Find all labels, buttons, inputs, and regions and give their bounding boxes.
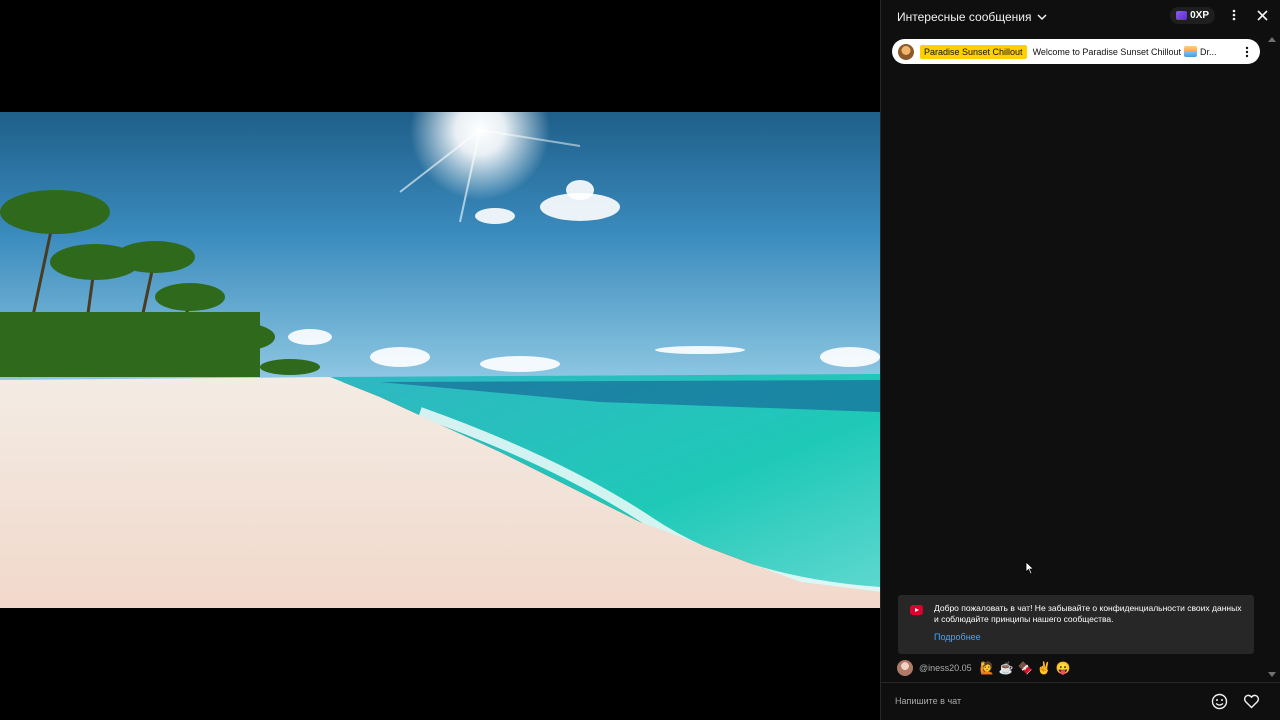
- pinned-message-start: Welcome to Paradise Sunset Chillout: [1032, 46, 1181, 57]
- more-options-button[interactable]: [1225, 6, 1243, 24]
- scroll-up-arrow-icon[interactable]: [1268, 36, 1276, 42]
- close-chat-button[interactable]: [1253, 6, 1271, 24]
- channel-avatar: [898, 43, 914, 60]
- chat-mode-dropdown[interactable]: Интересные сообщения: [897, 10, 1048, 24]
- kebab-menu-icon: [1232, 9, 1236, 21]
- welcome-text: Добро пожаловать в чат! Не забывайте о к…: [934, 603, 1242, 624]
- chat-message: @iness20.05 🙋 ☕ 🍫 ✌ 😛: [897, 659, 1070, 676]
- xp-badge[interactable]: 0XP: [1170, 6, 1215, 24]
- chat-welcome-notice: Добро пожаловать в чат! Не забывайте о к…: [898, 595, 1254, 654]
- emoji: 🍫: [1017, 660, 1033, 675]
- pinned-author-badge: Paradise Sunset Chillout: [920, 44, 1027, 59]
- header-actions: 0XP: [1170, 6, 1271, 24]
- heart-icon[interactable]: [1243, 693, 1260, 710]
- xp-label: 0XP: [1190, 9, 1209, 21]
- chevron-down-icon: [1036, 13, 1047, 20]
- youtube-icon: [910, 605, 923, 615]
- chat-message-input[interactable]: [895, 692, 1195, 710]
- pinned-message-end: Dr...: [1199, 46, 1217, 57]
- video-player[interactable]: [0, 0, 880, 720]
- close-icon: [1256, 9, 1268, 21]
- pinned-message-banner[interactable]: Paradise Sunset Chillout Welcome to Para…: [892, 39, 1260, 64]
- chat-mode-label: Интересные сообщения: [897, 9, 1032, 24]
- pinned-message-text: Welcome to Paradise Sunset Chillout Dr..…: [1033, 46, 1234, 57]
- beach-scene-image: [0, 112, 880, 608]
- avatar: [897, 659, 913, 676]
- message-author[interactable]: @iness20.05: [919, 663, 972, 673]
- video-frame[interactable]: [0, 112, 880, 608]
- scroll-down-arrow-icon[interactable]: [1268, 672, 1276, 678]
- emoji: 🙋: [979, 660, 995, 675]
- chat-input-bar: [881, 682, 1280, 720]
- emoji: ☕: [998, 660, 1014, 675]
- message-emojis: 🙋 ☕ 🍫 ✌ 😛: [980, 661, 1071, 675]
- sunset-emoji-icon: [1183, 46, 1197, 57]
- xp-gem-icon: [1176, 10, 1188, 20]
- learn-more-link[interactable]: Подробнее: [934, 632, 981, 642]
- kebab-menu-icon: [1245, 46, 1249, 57]
- emoji-picker-icon[interactable]: [1211, 693, 1228, 710]
- emoji: ✌: [1036, 660, 1052, 675]
- pinned-more-button[interactable]: [1240, 44, 1254, 60]
- chat-header: Интересные сообщения 0XP: [881, 0, 1280, 33]
- emoji: 😛: [1055, 660, 1071, 675]
- live-chat-panel: Интересные сообщения 0XP Paradise Sunset…: [880, 0, 1280, 720]
